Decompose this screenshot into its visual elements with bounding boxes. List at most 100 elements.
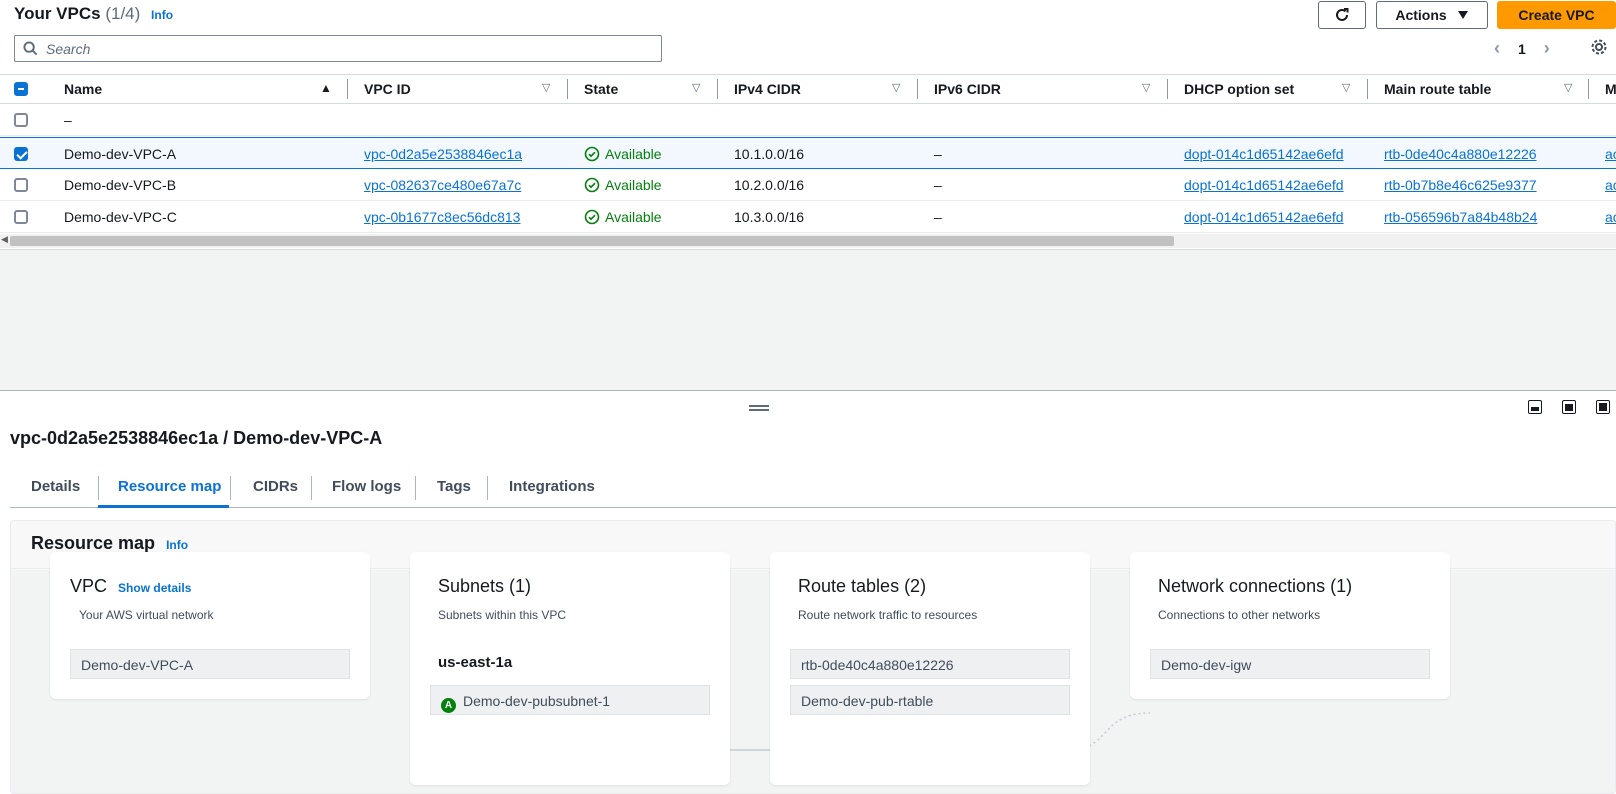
tab-integrations[interactable]: Integrations	[509, 478, 595, 495]
resource-map-title-text: Resource map	[31, 533, 156, 553]
subnets-card: Subnets (1) Subnets within this VPC us-e…	[410, 552, 730, 785]
next-page-icon[interactable]: ›	[1544, 38, 1550, 59]
sort-icon[interactable]: ▽	[1564, 81, 1572, 94]
state-cell: Available	[584, 209, 662, 225]
column-header-vpc-id[interactable]: VPC ID	[364, 81, 411, 97]
sort-icon[interactable]: ▽	[1142, 81, 1150, 94]
route-table-item[interactable]: rtb-0de40c4a880e12226	[790, 649, 1070, 679]
column-divider[interactable]	[567, 79, 568, 99]
search-input[interactable]	[46, 40, 646, 57]
truncated-link[interactable]: ac	[1605, 177, 1616, 193]
title-text: Your VPCs	[14, 4, 101, 23]
main-route-table-link[interactable]: rtb-0b7b8e46c625e9377	[1384, 177, 1537, 193]
table-row[interactable]: –	[0, 104, 1616, 136]
main-route-table-link[interactable]: rtb-0de40c4a880e12226	[1384, 146, 1537, 162]
dhcp-option-set-link[interactable]: dopt-014c1d65142ae6efd	[1184, 146, 1344, 162]
sort-icon[interactable]: ▽	[542, 81, 550, 94]
table-row[interactable]: Demo-dev-VPC-C vpc-0b1677c8ec56dc813 Ava…	[0, 201, 1616, 233]
vpc-id-link[interactable]: vpc-0d2a5e2538846ec1a	[364, 146, 522, 162]
tab-flow-logs[interactable]: Flow logs	[332, 478, 401, 495]
scroll-left-icon[interactable]: ◀	[1, 234, 8, 245]
route-tables-card: Route tables (2) Route network traffic t…	[770, 552, 1090, 785]
refresh-icon	[1336, 8, 1349, 21]
column-divider[interactable]	[347, 79, 348, 99]
check-circle-icon	[584, 177, 600, 193]
sort-icon[interactable]: ▽	[1342, 81, 1350, 94]
cell-name: Demo-dev-VPC-A	[64, 146, 177, 162]
vpc-card: VPC Show details Your AWS virtual networ…	[50, 552, 370, 699]
panel-full-icon[interactable]	[1596, 400, 1610, 414]
resize-handle[interactable]	[749, 405, 769, 411]
tab-resource-map[interactable]: Resource map	[118, 478, 221, 495]
actions-button[interactable]: Actions	[1376, 1, 1488, 29]
tab-divider	[311, 476, 312, 500]
subnet-name: Demo-dev-pubsubnet-1	[463, 693, 611, 709]
column-divider[interactable]	[917, 79, 918, 99]
column-header-more[interactable]: M	[1605, 81, 1616, 97]
tab-cidrs[interactable]: CIDRs	[253, 478, 298, 495]
tab-tags[interactable]: Tags	[437, 478, 471, 495]
row-checkbox[interactable]	[14, 147, 28, 161]
internet-gateway-item[interactable]: Demo-dev-igw	[1150, 649, 1430, 679]
column-header-dhcp-option-set[interactable]: DHCP option set	[1184, 81, 1294, 97]
previous-page-icon[interactable]: ‹	[1494, 38, 1500, 59]
sort-icon[interactable]: ▽	[892, 81, 900, 94]
table-row[interactable]: Demo-dev-VPC-A vpc-0d2a5e2538846ec1a Ava…	[0, 137, 1616, 169]
tab-details[interactable]: Details	[31, 478, 80, 495]
state-label: Available	[605, 209, 662, 225]
info-link[interactable]: Info	[151, 8, 173, 22]
state-cell: Available	[584, 146, 662, 162]
detail-tabs: Details Resource map CIDRs Flow logs Tag…	[10, 472, 1616, 508]
page-number[interactable]: 1	[1518, 41, 1526, 57]
selection-count: (1/4)	[105, 4, 141, 23]
tab-divider	[415, 476, 416, 500]
search-box[interactable]	[14, 35, 662, 62]
scrollbar-thumb[interactable]	[10, 236, 1174, 246]
create-vpc-button[interactable]: Create VPC	[1497, 1, 1616, 29]
column-header-main-route-table[interactable]: Main route table	[1384, 81, 1491, 97]
search-icon	[23, 41, 38, 56]
route-table-item[interactable]: Demo-dev-pub-rtable	[790, 685, 1070, 715]
cell-ipv4-cidr: 10.2.0.0/16	[734, 177, 805, 193]
dhcp-option-set-link[interactable]: dopt-014c1d65142ae6efd	[1184, 209, 1344, 225]
show-details-link[interactable]: Show details	[118, 581, 191, 595]
row-checkbox[interactable]	[14, 113, 28, 127]
table-row[interactable]: Demo-dev-VPC-B vpc-082637ce480e67a7c Ava…	[0, 169, 1616, 201]
column-header-state[interactable]: State	[584, 81, 618, 97]
select-all-checkbox[interactable]	[14, 82, 28, 96]
refresh-button[interactable]	[1318, 1, 1366, 29]
check-circle-icon	[584, 146, 600, 162]
info-link[interactable]: Info	[166, 538, 188, 552]
sort-ascending-icon[interactable]: ▲	[320, 81, 332, 95]
state-label: Available	[605, 146, 662, 162]
column-divider[interactable]	[1367, 79, 1368, 99]
column-divider[interactable]	[1167, 79, 1168, 99]
pagination: ‹ 1 ›	[1494, 38, 1550, 59]
row-checkbox[interactable]	[14, 178, 28, 192]
column-header-name[interactable]: Name	[64, 81, 102, 97]
row-checkbox[interactable]	[14, 210, 28, 224]
column-header-ipv6-cidr[interactable]: IPv6 CIDR	[934, 81, 1001, 97]
column-divider[interactable]	[717, 79, 718, 99]
subnets-card-subtitle: Subnets within this VPC	[438, 608, 567, 622]
table-header: Name ▲ VPC ID ▽ State ▽ IPv4 CIDR ▽ IPv6…	[0, 74, 1616, 104]
cell-name: Demo-dev-VPC-C	[64, 209, 177, 225]
truncated-link[interactable]: ac	[1605, 209, 1616, 225]
detail-title: vpc-0d2a5e2538846ec1a / Demo-dev-VPC-A	[10, 428, 383, 448]
cell-ipv4-cidr: 10.1.0.0/16	[734, 146, 805, 162]
horizontal-scrollbar[interactable]: ◀	[0, 234, 1616, 248]
subnet-item[interactable]: A Demo-dev-pubsubnet-1	[430, 685, 710, 715]
vpc-item[interactable]: Demo-dev-VPC-A	[70, 649, 350, 679]
column-divider[interactable]	[1588, 79, 1589, 99]
vpc-id-link[interactable]: vpc-082637ce480e67a7c	[364, 177, 521, 193]
dhcp-option-set-link[interactable]: dopt-014c1d65142ae6efd	[1184, 177, 1344, 193]
gear-icon[interactable]	[1590, 38, 1608, 56]
main-route-table-link[interactable]: rtb-056596b7a84b48b24	[1384, 209, 1537, 225]
column-header-ipv4-cidr[interactable]: IPv4 CIDR	[734, 81, 801, 97]
panel-half-icon[interactable]	[1562, 400, 1576, 414]
sort-icon[interactable]: ▽	[692, 81, 700, 94]
truncated-link[interactable]: ac	[1605, 146, 1616, 162]
vpc-id-link[interactable]: vpc-0b1677c8ec56dc813	[364, 209, 520, 225]
panel-bottom-icon[interactable]	[1528, 400, 1542, 414]
check-circle-icon	[584, 209, 600, 225]
